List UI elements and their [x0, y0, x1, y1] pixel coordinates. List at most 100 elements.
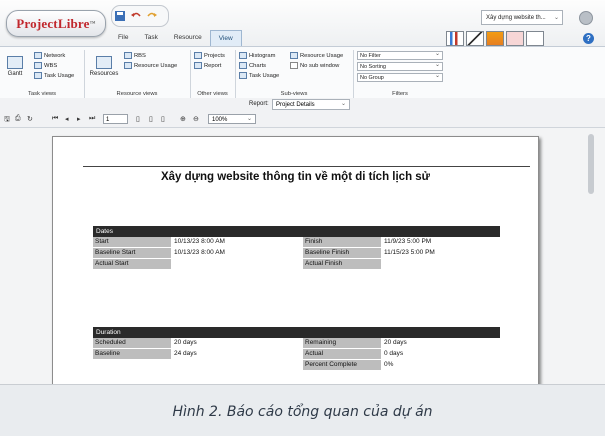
report-icon: [194, 62, 202, 69]
report-select-value: Project Details: [276, 102, 315, 108]
report-button[interactable]: Report: [194, 62, 221, 69]
chart-view-icon-4[interactable]: [506, 31, 524, 46]
sub-task-usage-icon: [239, 72, 247, 79]
sub-task-usage-label: Task Usage: [249, 72, 280, 79]
save-icon[interactable]: [114, 9, 126, 21]
zoom-select[interactable]: 100% ⌄: [208, 114, 256, 124]
wbs-icon: [34, 62, 42, 69]
prev-page-icon[interactable]: ◂: [65, 115, 69, 123]
network-button[interactable]: Network: [34, 52, 65, 59]
report-select[interactable]: Project Details ⌄: [272, 99, 350, 110]
tab-task[interactable]: Task: [136, 30, 165, 46]
projects-button[interactable]: Projects: [194, 52, 225, 59]
chart-view-icon[interactable]: [446, 31, 464, 46]
tab-view[interactable]: View: [209, 30, 242, 46]
project-select-value: Xây dựng website th...: [486, 15, 546, 21]
rbs-button[interactable]: RBS: [124, 52, 146, 59]
page-number-input[interactable]: 1: [103, 114, 128, 124]
tab-resource[interactable]: Resource: [166, 30, 210, 46]
sub-resource-usage-button[interactable]: Resource Usage: [290, 52, 343, 59]
zoom-in-icon[interactable]: ⊕: [180, 115, 186, 123]
report-bar: Report: Project Details ⌄: [0, 98, 605, 112]
refresh-icon[interactable]: ↻: [27, 115, 33, 123]
section-dates-header: Dates: [93, 226, 500, 237]
gantt-button[interactable]: Gantt: [4, 56, 26, 77]
app-window: ProjectLibre ™ File Task Resource View Xâ…: [0, 0, 605, 385]
redo-icon[interactable]: [146, 9, 158, 21]
remaining-label: Remaining: [303, 338, 381, 348]
group-task-views: Gantt Network WBS Task Usage Task views: [0, 50, 85, 98]
first-page-icon[interactable]: ⏮: [52, 115, 58, 123]
group-sub-views: Histogram Charts Task Usage Resource Usa…: [235, 50, 354, 98]
report-label: Report: [204, 62, 222, 69]
chevron-down-icon: ⌄: [553, 15, 559, 21]
save-report-icon[interactable]: 🖫: [4, 115, 10, 126]
print-icon[interactable]: ⎙: [15, 115, 21, 123]
tab-file[interactable]: File: [110, 30, 136, 46]
start-value: 10/13/23 8:00 AM: [174, 238, 225, 245]
task-usage-label: Task Usage: [44, 72, 75, 79]
page-setup-icon[interactable]: ▯: [161, 115, 165, 123]
histogram-button[interactable]: Histogram: [239, 52, 275, 59]
logo-trademark: ™: [89, 20, 96, 27]
chart-view-icon-2[interactable]: [466, 31, 484, 46]
task-usage-button[interactable]: Task Usage: [34, 72, 74, 79]
report-toolbar: 🖫 ⎙ ↻ ⏮ ◂ ▸ ⏭ 1 ▯ ▯ ▯ ⊕ ⊖ 100% ⌄: [0, 112, 605, 128]
network-label: Network: [44, 52, 66, 59]
network-icon: [34, 52, 42, 59]
group-label-resource-views: Resource views: [116, 91, 158, 97]
blank-view-icon[interactable]: [526, 31, 544, 46]
chevron-down-icon: ⌄: [246, 116, 252, 122]
percent-complete-value: 0%: [384, 361, 394, 368]
chevron-down-icon: ⌄: [340, 101, 346, 107]
next-page-icon[interactable]: ▸: [77, 115, 81, 123]
sorting-select[interactable]: No Sorting: [357, 61, 443, 71]
group-label-sub-views: Sub-views: [280, 91, 308, 97]
finish-label: Finish: [303, 237, 381, 247]
sub-task-usage-button[interactable]: Task Usage: [239, 72, 279, 79]
report-preview-area[interactable]: Xây dựng website thông tin về một di tíc…: [0, 128, 605, 384]
finish-value: 11/9/23 5:00 PM: [384, 238, 432, 245]
resources-icon: [96, 56, 112, 69]
filter-select[interactable]: No Filter: [357, 50, 443, 60]
resource-usage-button[interactable]: Resource Usage: [124, 62, 177, 69]
two-page-icon[interactable]: ▯: [149, 115, 153, 123]
zoom-out-icon[interactable]: ⊖: [193, 115, 199, 123]
charts-button[interactable]: Charts: [239, 62, 266, 69]
scheduled-value: 20 days: [174, 339, 197, 346]
no-sub-window-button[interactable]: No sub window: [290, 62, 339, 69]
single-page-icon[interactable]: ▯: [136, 115, 140, 123]
report-title: Xây dựng website thông tin về một di tíc…: [160, 171, 431, 183]
actual-value: 0 days: [384, 350, 404, 357]
resources-label: Resources: [89, 71, 119, 77]
help-icon[interactable]: ?: [583, 33, 594, 44]
resources-button[interactable]: Resources: [88, 56, 120, 77]
last-page-icon[interactable]: ⏭: [89, 115, 95, 123]
wbs-button[interactable]: WBS: [34, 62, 57, 69]
rbs-label: RBS: [134, 52, 146, 59]
zoom-select-value: 100%: [212, 117, 228, 123]
vertical-scrollbar[interactable]: [588, 134, 594, 194]
report-page: Xây dựng website thông tin về một di tíc…: [52, 136, 539, 384]
undo-icon[interactable]: [130, 9, 142, 21]
page-rule: [83, 166, 530, 167]
group-select[interactable]: No Group: [357, 72, 443, 82]
settings-icon[interactable]: [579, 11, 593, 25]
project-select[interactable]: Xây dựng website th... ⌄: [481, 10, 563, 25]
view-icon-strip: [446, 31, 544, 46]
sub-resource-usage-icon: [290, 52, 298, 59]
report-label: Report:: [249, 101, 269, 107]
app-logo[interactable]: ProjectLibre ™: [6, 10, 106, 37]
ribbon: Gantt Network WBS Task Usage Task views …: [0, 46, 605, 100]
baseline-value: 24 days: [174, 350, 197, 357]
scheduled-label: Scheduled: [93, 338, 171, 348]
wbs-label: WBS: [44, 62, 58, 69]
menu-tabs: File Task Resource View: [110, 30, 242, 46]
charts-label: Charts: [249, 62, 267, 69]
title-bar: ProjectLibre ™ File Task Resource View Xâ…: [0, 0, 605, 46]
sub-resource-usage-label: Resource Usage: [300, 52, 344, 59]
quick-access-icons: [114, 7, 166, 23]
chart-view-icon-3[interactable]: [486, 31, 504, 46]
baseline-finish-label: Baseline Finish: [303, 248, 381, 258]
rbs-icon: [124, 52, 132, 59]
